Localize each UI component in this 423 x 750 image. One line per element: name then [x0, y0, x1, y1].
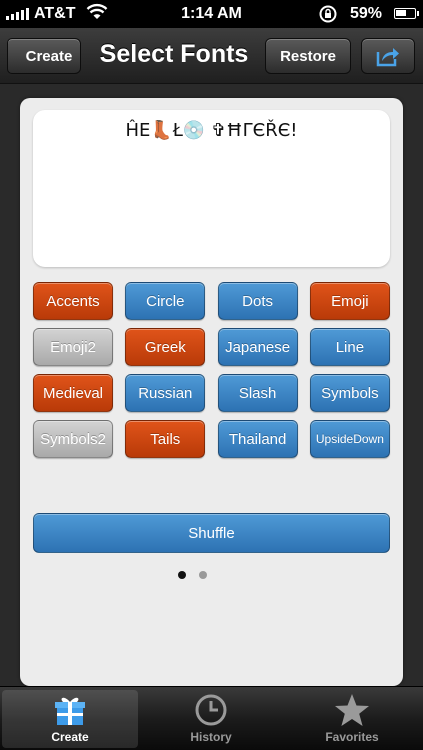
share-button[interactable] [361, 38, 415, 74]
font-button-emoji2[interactable]: Emoji2 [33, 328, 113, 366]
tab-label: History [190, 730, 232, 744]
font-button-slash[interactable]: Slash [217, 374, 298, 412]
font-button-line[interactable]: Line [309, 328, 390, 366]
preview-text: ĤE👢Ł💿 ✞ĦΓЄŘЄ! [125, 120, 298, 141]
font-card: ĤE👢Ł💿 ✞ĦΓЄŘЄ! Accents Circle Dots Emoji Emoj… [20, 98, 403, 686]
font-button-tails[interactable]: Tails [125, 420, 206, 458]
font-button-symbols2[interactable]: Symbols2 [33, 420, 113, 458]
font-button-thailand[interactable]: Thailand [217, 420, 298, 458]
font-button-greek[interactable]: Greek [125, 328, 206, 366]
page-dot-1[interactable] [178, 571, 186, 579]
font-button-circle[interactable]: Circle [125, 282, 206, 320]
shuffle-button[interactable]: Shuffle [33, 513, 390, 553]
font-button-medieval[interactable]: Medieval [33, 374, 113, 412]
tab-label: Create [51, 730, 89, 744]
gift-icon [55, 697, 85, 725]
tab-history[interactable]: History [143, 690, 279, 748]
clock-icon [195, 694, 227, 726]
create-back-button[interactable]: Create [7, 38, 81, 74]
font-button-russian[interactable]: Russian [125, 374, 206, 412]
preview-box: ĤE👢Ł💿 ✞ĦΓЄŘЄ! [33, 110, 390, 267]
nav-bar: Create Select Fonts Restore [0, 28, 423, 84]
font-button-emoji[interactable]: Emoji [309, 282, 390, 320]
battery-icon [394, 8, 419, 19]
font-button-dots[interactable]: Dots [217, 282, 298, 320]
page-dot-2[interactable] [199, 571, 207, 579]
tab-favorites[interactable]: Favorites [284, 690, 420, 748]
rotation-lock-icon [319, 5, 337, 23]
font-button-japanese[interactable]: Japanese [217, 328, 298, 366]
page-title: Select Fonts [99, 40, 249, 68]
restore-button[interactable]: Restore [265, 38, 351, 74]
tab-bar: Create History Favorites [0, 686, 423, 750]
star-icon [335, 694, 369, 726]
status-bar: AT&T 1:14 AM 59% [0, 0, 423, 28]
font-button-symbols[interactable]: Symbols [309, 374, 390, 412]
tab-create[interactable]: Create [2, 690, 138, 748]
page-indicator[interactable] [178, 571, 207, 579]
battery-percent: 59% [350, 5, 383, 22]
tab-label: Favorites [325, 730, 379, 744]
content-area: ĤE👢Ł💿 ✞ĦΓЄŘЄ! Accents Circle Dots Emoji Emoj… [0, 84, 423, 686]
share-icon [376, 48, 399, 67]
font-button-upsidedown[interactable]: UpsideDown [309, 420, 390, 458]
font-button-accents[interactable]: Accents [33, 282, 113, 320]
